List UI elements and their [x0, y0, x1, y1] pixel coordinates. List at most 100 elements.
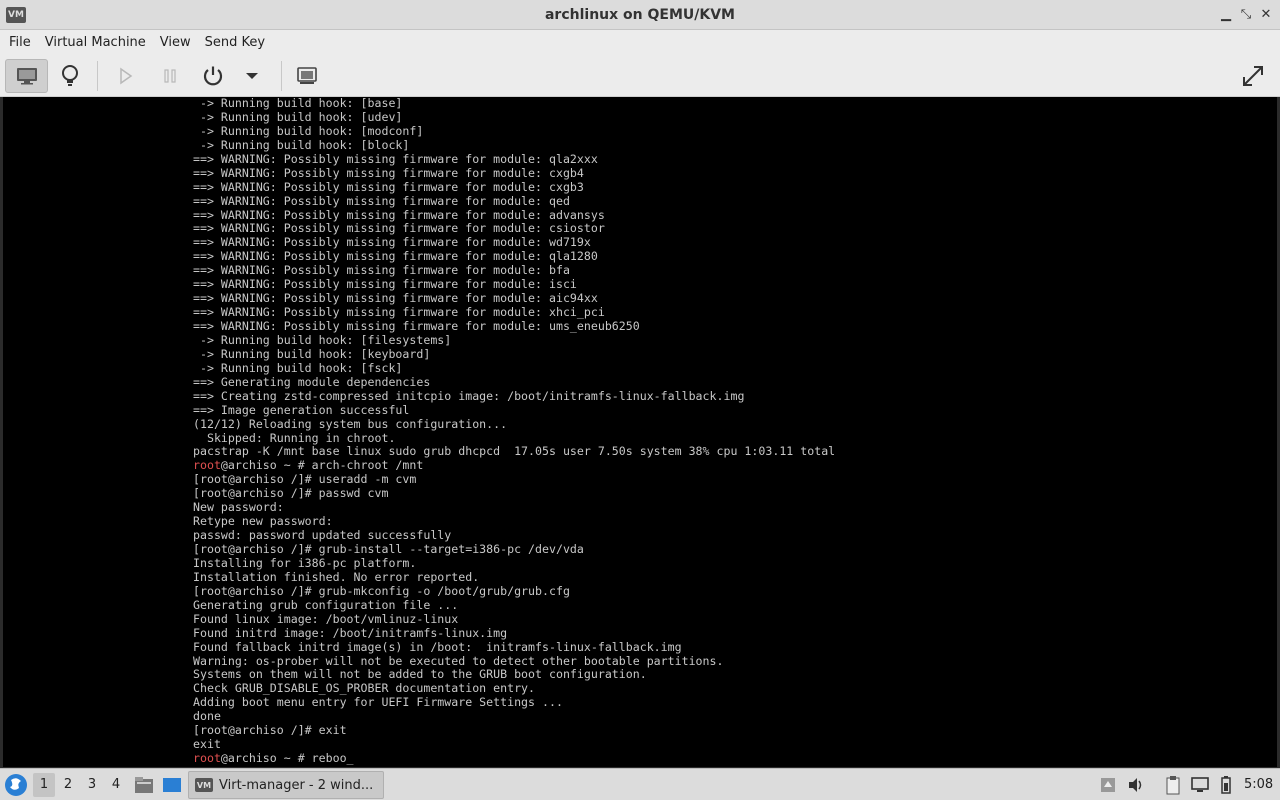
virt-manager-icon: VM [195, 778, 213, 792]
taskbar: 1 2 3 4 VM Virt-manager - 2 wind... 5:08 [0, 768, 1280, 800]
terminal-line: Installing for i386-pc platform. [193, 555, 417, 570]
terminal-line: ==> WARNING: Possibly missing firmware f… [193, 291, 598, 306]
terminal-line: Generating grub configuration file ... [193, 597, 459, 612]
terminal-line: [root@archiso /]# exit [193, 723, 347, 738]
maximize-icon[interactable]: ⤡ [1238, 6, 1254, 24]
chevron-down-icon [246, 73, 258, 79]
terminal-output: -> Running build hook: [base] -> Running… [193, 97, 835, 766]
close-icon[interactable]: ✕ [1258, 6, 1274, 24]
terminal-line: Retype new password: [193, 514, 333, 529]
show-desktop-icon[interactable] [162, 775, 182, 795]
fullscreen-button[interactable] [1236, 59, 1270, 93]
distro-logo-icon [5, 774, 27, 796]
terminal-line: ==> WARNING: Possibly missing firmware f… [193, 165, 584, 180]
pause-icon [164, 69, 176, 83]
snapshots-button[interactable] [292, 59, 322, 93]
taskbar-task-virt-manager[interactable]: VM Virt-manager - 2 wind... [188, 771, 384, 799]
terminal-line: -> Running build hook: [udev] [193, 109, 403, 124]
pause-button[interactable] [156, 59, 184, 93]
terminal-line: [root@archiso /]# grub-install --target=… [193, 542, 584, 556]
terminal-line: -> Running build hook: [modconf] [193, 123, 424, 138]
clipboard-icon[interactable] [1163, 775, 1183, 795]
terminal-line: Warning: os-prober will not be executed … [193, 653, 724, 668]
terminal-line: -> Running build hook: [base] [193, 97, 403, 110]
terminal-line: Skipped: Running in chroot. [193, 430, 396, 445]
terminal-line: [root@archiso /]# grub-mkconfig -o /boot… [193, 583, 570, 598]
file-manager-icon[interactable] [134, 775, 154, 795]
terminal-line: Check GRUB_DISABLE_OS_PROBER documentati… [193, 681, 536, 696]
terminal-line: ==> WARNING: Possibly missing firmware f… [193, 151, 598, 166]
task-label: Virt-manager - 2 wind... [219, 777, 374, 793]
terminal-line: ==> WARNING: Possibly missing firmware f… [193, 235, 591, 250]
clock[interactable]: 5:08 [1244, 769, 1273, 800]
terminal-line: ==> WARNING: Possibly missing firmware f… [193, 305, 605, 320]
power-icon [203, 66, 223, 86]
terminal-line: ==> WARNING: Possibly missing firmware f… [193, 221, 605, 236]
snapshots-icon [297, 67, 317, 84]
terminal-line: passwd: password updated successfully [193, 528, 452, 543]
workspace-1[interactable]: 1 [33, 773, 55, 797]
terminal-line: ==> WARNING: Possibly missing firmware f… [193, 249, 598, 264]
virt-manager-icon: VM [6, 7, 26, 23]
terminal-line: -> Running build hook: [block] [193, 137, 410, 152]
terminal-line: [root@archiso /]# useradd -m cvm [193, 472, 417, 487]
terminal-line: -> Running build hook: [keyboard] [193, 346, 431, 361]
fullscreen-icon [1243, 66, 1263, 86]
show-details-button[interactable] [54, 59, 86, 93]
terminal-line: Systems on them will not be added to the… [193, 667, 647, 682]
terminal-line: Adding boot menu entry for UEFI Firmware… [193, 695, 563, 710]
terminal-line: New password: [193, 500, 284, 515]
lightbulb-icon [62, 65, 78, 86]
shutdown-button[interactable] [198, 59, 228, 93]
window-title: archlinux on QEMU/KVM [544, 6, 735, 23]
menu-view[interactable]: View [153, 30, 198, 55]
show-console-button[interactable] [5, 59, 48, 93]
terminal-line: Installation finished. No error reported… [193, 569, 480, 584]
shutdown-menu-button[interactable] [240, 59, 264, 93]
terminal-line: (12/12) Reloading system bus configurati… [193, 416, 508, 431]
menubar: File Virtual Machine View Send Key [0, 30, 1280, 55]
battery-icon[interactable] [1216, 775, 1236, 795]
prompt-user: root [193, 751, 221, 766]
workspace-4[interactable]: 4 [105, 773, 127, 797]
toolbar-separator [97, 61, 98, 91]
play-icon [120, 67, 133, 85]
terminal-line: ==> WARNING: Possibly missing firmware f… [193, 193, 570, 208]
terminal-line: ==> WARNING: Possibly missing firmware f… [193, 263, 570, 278]
terminal-line: [root@archiso /]# passwd cvm [193, 486, 389, 501]
display-icon[interactable] [1190, 775, 1210, 795]
terminal-line: ==> WARNING: Possibly missing firmware f… [193, 179, 584, 194]
terminal-line: ==> WARNING: Possibly missing firmware f… [193, 207, 605, 222]
menu-send-key[interactable]: Send Key [198, 30, 272, 55]
terminal-line: root@archiso ~ # arch-chroot /mnt [193, 458, 424, 473]
terminal-line: ==> Creating zstd-compressed initcpio im… [193, 388, 745, 403]
run-button[interactable] [112, 59, 140, 93]
menu-file[interactable]: File [2, 30, 38, 55]
terminal-line: pacstrap -K /mnt base linux sudo grub dh… [193, 444, 836, 459]
terminal-line: ==> WARNING: Possibly missing firmware f… [193, 319, 640, 333]
volume-icon[interactable] [1126, 775, 1146, 795]
terminal-line: Found initrd image: /boot/initramfs-linu… [193, 625, 508, 640]
terminal-line: ==> Generating module dependencies [193, 374, 431, 389]
vm-console[interactable]: -> Running build hook: [base] -> Running… [3, 97, 1277, 767]
terminal-line: done [193, 709, 221, 724]
terminal-line: Found linux image: /boot/vmlinuz-linux [193, 611, 459, 626]
toolbar [0, 55, 1280, 97]
prompt-user: root [193, 458, 221, 473]
monitor-icon [16, 68, 37, 85]
start-menu-button[interactable] [4, 773, 28, 797]
terminal-line: ==> WARNING: Possibly missing firmware f… [193, 277, 577, 292]
terminal-line: exit [193, 737, 221, 752]
window-titlebar[interactable]: VM archlinux on QEMU/KVM ▁ ⤡ ✕ [0, 0, 1280, 30]
updates-icon[interactable] [1098, 775, 1118, 795]
terminal-line: ==> Image generation successful [193, 402, 410, 417]
terminal-line: -> Running build hook: [fsck] [193, 360, 403, 375]
menu-virtual-machine[interactable]: Virtual Machine [38, 30, 153, 55]
minimize-icon[interactable]: ▁ [1218, 6, 1234, 24]
terminal-line: Found fallback initrd image(s) in /boot:… [193, 639, 682, 654]
workspace-2[interactable]: 2 [57, 773, 79, 797]
terminal-line: root@archiso ~ # reboo_ [193, 751, 354, 766]
terminal-line: -> Running build hook: [filesystems] [193, 332, 452, 347]
workspace-3[interactable]: 3 [81, 773, 103, 797]
toolbar-separator [281, 61, 282, 91]
